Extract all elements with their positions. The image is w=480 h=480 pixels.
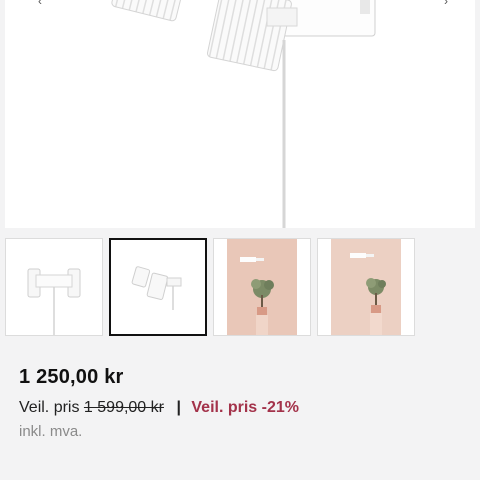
- price-block: 1 250,00 kr Veil. pris 1 599,00 kr | Vei…: [19, 366, 459, 440]
- current-price: 1 250,00 kr: [19, 366, 124, 388]
- veil-label: Veil. pris: [19, 399, 80, 416]
- separator: |: [176, 399, 181, 416]
- recommended-price-row: Veil. pris 1 599,00 kr | Veil. pris -21%: [19, 399, 459, 417]
- main-product-image[interactable]: ‹ ›: [5, 0, 475, 228]
- thumbnail-1-image: [27, 268, 81, 335]
- thumbnail-4[interactable]: [317, 238, 415, 336]
- thumbnail-strip: [5, 238, 475, 336]
- vat-note: inkl. mva.: [19, 423, 83, 440]
- thumbnail-2-image: [131, 266, 182, 310]
- veil-price: 1 599,00 kr: [83, 399, 164, 416]
- thumbnail-2[interactable]: [109, 238, 207, 336]
- thumbnail-1[interactable]: [5, 238, 103, 336]
- thumbnail-3[interactable]: [213, 238, 311, 336]
- thumbnail-4-image: [331, 239, 401, 335]
- next-image-icon[interactable]: ›: [439, 0, 453, 8]
- thumbnail-3-image: [227, 239, 297, 335]
- lamp-illustration: [111, 0, 376, 228]
- prev-image-icon[interactable]: ‹: [33, 0, 47, 8]
- discount-label: Veil. pris -21%: [191, 399, 299, 416]
